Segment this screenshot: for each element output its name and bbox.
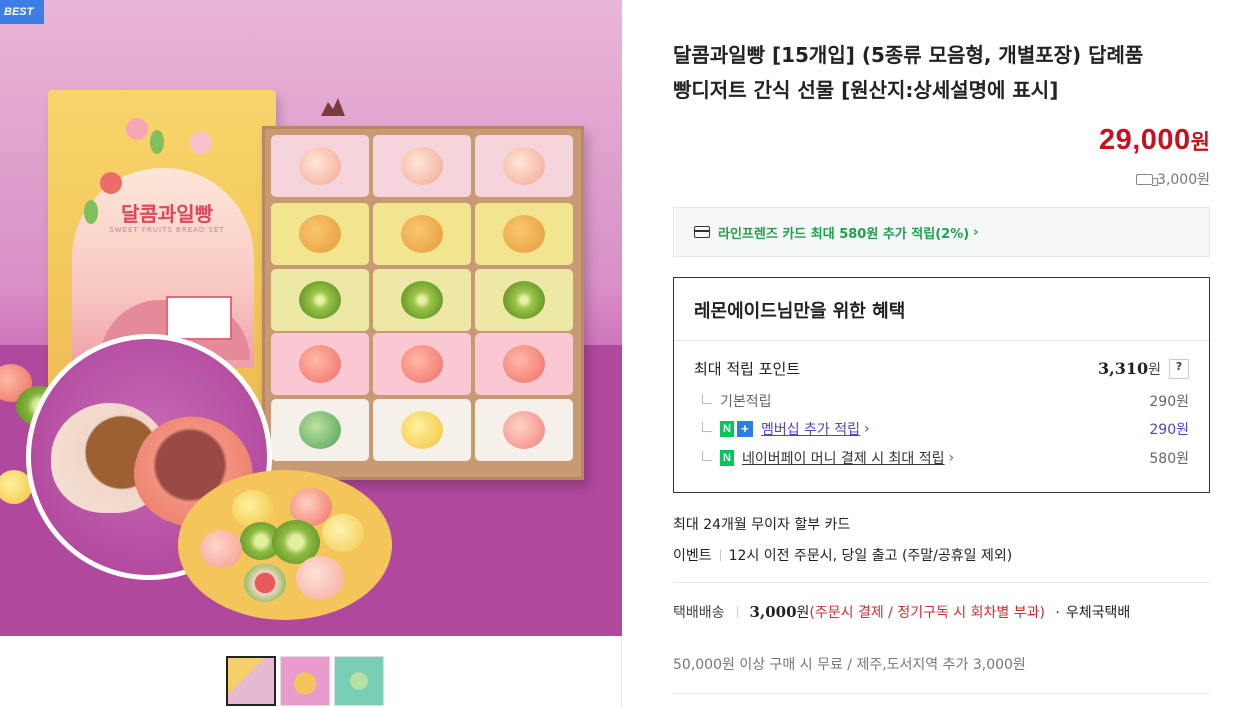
delivery-fee: 3,000원 xyxy=(750,603,810,621)
mango-pastry xyxy=(475,203,573,265)
thumbnail-1[interactable] xyxy=(226,656,276,706)
base-points-row: 기본적립 290원 xyxy=(694,391,1189,411)
chevron-right-icon: › xyxy=(948,450,955,466)
max-points-row: 최대 적립 포인트 3,310원 ? xyxy=(694,358,1189,379)
peach-pastry xyxy=(271,135,369,197)
lid-subtitle: SWEET FRUITS BREAD SET xyxy=(109,226,225,234)
plate-pastry xyxy=(200,530,242,568)
price-value: 29,000 xyxy=(1098,124,1191,156)
thumbnail-3[interactable] xyxy=(334,656,384,706)
flower-decoration xyxy=(100,172,122,194)
chevron-right-icon: › xyxy=(973,224,979,240)
max-points-unit: 원 xyxy=(1148,361,1161,378)
naverpay-n-badge: N xyxy=(720,450,734,466)
membership-points-row: N + 멤버십 추가 적립 › 290원 xyxy=(694,419,1189,439)
benefit-divider xyxy=(674,340,1209,341)
npay-points-row: N 네이버페이 머니 결제 시 최대 적립 › 580원 xyxy=(694,448,1189,468)
pastry-tray xyxy=(262,126,584,480)
membership-plus-badge: + xyxy=(736,421,753,437)
event-label: 이벤트 xyxy=(673,548,712,564)
plate-pastry xyxy=(296,556,344,600)
delivery-info: 택배배송 3,000원(주문시 결제 / 정기구독 시 회차별 부과) · 우체국택… xyxy=(673,600,1210,626)
benefit-box: 레몬에이드님만을 위한 혜택 최대 적립 포인트 3,310원 ? 기본적립 2… xyxy=(673,277,1210,493)
membership-points-amount: 290원 xyxy=(1149,422,1189,438)
card-promo-banner[interactable]: 라인프렌즈 카드 최대 580원 추가 적립(2%) › xyxy=(673,207,1210,257)
brand-logo-icon xyxy=(321,98,345,116)
lid-title: 달콤과일빵 xyxy=(121,202,213,226)
delivery-dot: · xyxy=(1055,605,1060,621)
npay-points-amount: 580원 xyxy=(1149,451,1189,467)
product-title-line2: 빵디저트 간식 선물 [원산지:상세설명에 표시] xyxy=(673,78,1059,102)
free-shipping-note: 50,000원 이상 구매 시 무료 / 제주,도서지역 추가 3,000원 xyxy=(673,657,1026,673)
base-points-label: 기본적립 xyxy=(720,394,772,410)
mixed-pastry xyxy=(475,399,573,461)
kiwi-pastry xyxy=(373,269,471,331)
plate-pastry xyxy=(244,564,286,602)
section-divider xyxy=(673,693,1210,694)
flower-decoration xyxy=(126,118,148,140)
apple-pastry xyxy=(373,333,471,395)
tree-branch-icon xyxy=(702,394,712,404)
mixed-pastry xyxy=(271,399,369,461)
delivery-label: 택배배송 xyxy=(673,605,725,621)
credit-card-icon xyxy=(694,226,710,238)
mango-pastry xyxy=(271,203,369,265)
apple-pastry xyxy=(475,333,573,395)
leaf-decoration xyxy=(84,200,98,224)
shipping-fee: 3,000원 xyxy=(1136,169,1210,189)
tree-branch-icon xyxy=(702,422,712,432)
price-unit: 원 xyxy=(1190,130,1210,154)
help-icon[interactable]: ? xyxy=(1169,358,1189,379)
kiwi-pastry xyxy=(475,269,573,331)
naver-n-badge: N xyxy=(720,421,734,437)
product-gallery: BEST 달콤과일빵 SWEET FRUITS BREAD SET xyxy=(0,0,622,707)
delivery-fee-value: 3,000 xyxy=(749,603,797,621)
card-promo-text: 라인프렌즈 카드 최대 580원 추가 적립(2%) xyxy=(718,226,970,242)
delivery-fee-note: (주문시 결제 / 정기구독 시 회차별 부과) xyxy=(809,605,1045,621)
delivery-carrier: 우체국택배 xyxy=(1065,605,1131,621)
leaf-decoration xyxy=(150,130,164,154)
delivery-fee-unit: 원 xyxy=(796,605,810,621)
separator xyxy=(719,549,721,561)
product-title: 달콤과일빵 [15개입] (5종류 모음형, 개별포장) 답례품 빵디저트 간식… xyxy=(673,38,1210,108)
product-title-line1: 달콤과일빵 [15개입] (5종류 모음형, 개별포장) 답례품 xyxy=(673,43,1144,67)
thumbnail-list xyxy=(226,656,384,706)
chevron-right-icon: › xyxy=(864,421,870,437)
apple-pastry xyxy=(271,333,369,395)
plate-pastry xyxy=(322,514,364,552)
peach-pastry xyxy=(373,135,471,197)
truck-icon xyxy=(1136,174,1159,186)
npay-points-link[interactable]: 네이버페이 머니 결제 시 최대 적립 xyxy=(742,448,945,468)
mixed-pastry xyxy=(373,399,471,461)
membership-points-link[interactable]: 멤버십 추가 적립 xyxy=(761,419,860,439)
kiwi-pastry xyxy=(271,269,369,331)
tree-branch-icon xyxy=(702,451,712,461)
installment-info: 최대 24개월 무이자 할부 카드 xyxy=(673,517,851,533)
base-points-amount: 290원 xyxy=(1149,394,1189,410)
flower-decoration xyxy=(190,132,212,154)
best-badge: BEST xyxy=(0,0,44,24)
peach-pastry xyxy=(475,135,573,197)
product-main-image[interactable]: BEST 달콤과일빵 SWEET FRUITS BREAD SET xyxy=(0,0,622,636)
shipping-fee-value: 3,000원 xyxy=(1157,172,1210,188)
event-info: 이벤트 12시 이전 주문시, 당일 출고 (주말/공휴일 제외) xyxy=(673,545,1012,565)
max-points-amount: 3,310원 xyxy=(1098,359,1161,379)
section-divider xyxy=(673,582,1210,583)
separator xyxy=(736,606,738,618)
max-points-label: 최대 적립 포인트 xyxy=(694,360,801,378)
lid-house-illustration xyxy=(166,296,232,340)
product-price: 29,000원 xyxy=(1099,124,1210,157)
max-points-value: 3,310 xyxy=(1098,358,1149,378)
mango-pastry xyxy=(373,203,471,265)
thumbnail-2[interactable] xyxy=(280,656,330,706)
event-text: 12시 이전 주문시, 당일 출고 (주말/공휴일 제외) xyxy=(728,548,1013,564)
benefit-title: 레몬에이드님만을 위한 혜택 xyxy=(694,301,906,322)
